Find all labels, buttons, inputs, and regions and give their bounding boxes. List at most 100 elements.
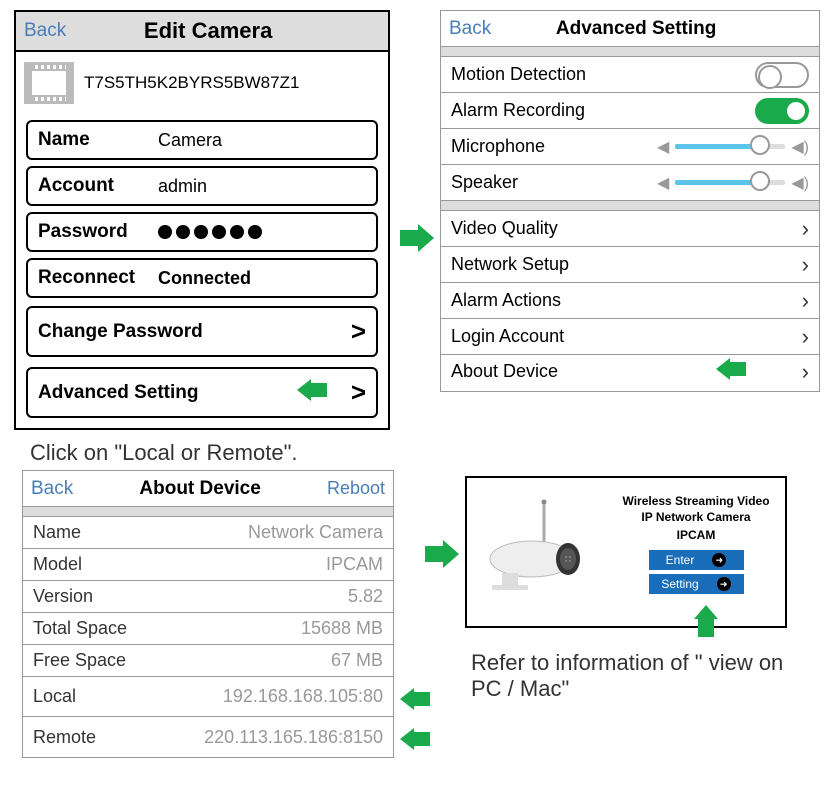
password-dots	[158, 225, 262, 239]
speaker-slider[interactable]: ◀ ◀)	[657, 173, 809, 193]
alarm-recording-toggle[interactable]	[755, 98, 809, 124]
reboot-button[interactable]: Reboot	[327, 478, 385, 499]
name-label: Name	[33, 522, 81, 543]
separator	[23, 507, 393, 517]
account-value: admin	[158, 176, 207, 197]
model-label: Model	[33, 554, 82, 575]
film-icon	[24, 62, 74, 104]
speaker-label: Speaker	[451, 172, 518, 193]
arrow-right-icon	[425, 540, 459, 573]
arrow-circle-icon: ➜	[717, 577, 731, 591]
speaker-high-icon: ◀)	[791, 173, 809, 193]
device-id: T7S5TH5K2BYRS5BW87Z1	[84, 73, 299, 93]
about-free-space-row: Free Space 67 MB	[23, 645, 393, 677]
microphone-slider[interactable]: ◀ ◀)	[657, 137, 809, 157]
reconnect-value: Connected	[158, 268, 251, 289]
video-quality-label: Video Quality	[451, 218, 558, 239]
reconnect-label: Reconnect	[38, 267, 158, 289]
speaker-row: Speaker ◀ ◀)	[441, 165, 819, 201]
separator	[441, 201, 819, 211]
web-model: IPCAM	[617, 528, 775, 542]
model-value: IPCAM	[326, 554, 383, 575]
change-password-label: Change Password	[38, 321, 203, 343]
panel-title: Edit Camera	[66, 18, 350, 44]
advanced-titlebar: Back Advanced Setting	[441, 11, 819, 47]
version-label: Version	[33, 586, 93, 607]
chevron-right-icon: ›	[802, 288, 809, 314]
chevron-right-icon: ›	[802, 252, 809, 278]
alarm-recording-row: Alarm Recording	[441, 93, 819, 129]
back-button[interactable]: Back	[449, 18, 491, 40]
account-label: Account	[38, 175, 158, 197]
chevron-right-icon: ›	[802, 216, 809, 242]
camera-image	[477, 488, 607, 616]
name-value: Camera	[158, 130, 222, 151]
account-field[interactable]: Account admin	[26, 166, 378, 206]
chevron-right-icon: ›	[802, 324, 809, 350]
chevron-right-icon: >	[351, 316, 366, 347]
free-label: Free Space	[33, 650, 126, 671]
about-device-button[interactable]: About Device ›	[441, 355, 819, 391]
alarm-recording-label: Alarm Recording	[451, 100, 585, 121]
about-version-row: Version 5.82	[23, 581, 393, 613]
about-model-row: Model IPCAM	[23, 549, 393, 581]
back-button[interactable]: Back	[24, 20, 66, 42]
free-value: 67 MB	[331, 650, 383, 671]
arrow-circle-icon: ➜	[712, 553, 726, 567]
login-account-button[interactable]: Login Account ›	[441, 319, 819, 355]
network-setup-button[interactable]: Network Setup ›	[441, 247, 819, 283]
pointer-arrow-icon	[716, 358, 746, 385]
alarm-actions-label: Alarm Actions	[451, 290, 561, 311]
login-account-label: Login Account	[451, 326, 564, 347]
speaker-low-icon: ◀	[657, 173, 669, 193]
alarm-actions-button[interactable]: Alarm Actions ›	[441, 283, 819, 319]
web-interface-panel: Wireless Streaming Video IP Network Came…	[465, 476, 787, 628]
chevron-right-icon: ›	[802, 359, 809, 385]
advanced-setting-button[interactable]: Advanced Setting >	[26, 367, 378, 418]
enter-label: Enter	[666, 553, 695, 567]
total-value: 15688 MB	[301, 618, 383, 639]
separator	[441, 47, 819, 57]
change-password-button[interactable]: Change Password >	[26, 306, 378, 357]
local-label: Local	[33, 686, 76, 707]
about-device-label: About Device	[451, 361, 558, 382]
enter-button[interactable]: Enter ➜	[649, 550, 744, 570]
about-titlebar: Back About Device Reboot	[23, 471, 393, 507]
advanced-setting-label: Advanced Setting	[38, 382, 198, 404]
arrow-right-icon	[400, 224, 434, 257]
pointer-arrow-icon	[297, 379, 327, 406]
instruction-text: Refer to information of " view on PC / M…	[471, 650, 801, 702]
speaker-low-icon: ◀	[657, 137, 669, 157]
edit-camera-titlebar: Back Edit Camera	[16, 12, 388, 52]
remote-value: 220.113.165.186:8150	[204, 727, 383, 748]
about-total-space-row: Total Space 15688 MB	[23, 613, 393, 645]
instruction-text: Click on "Local or Remote".	[30, 440, 298, 466]
back-button[interactable]: Back	[31, 478, 73, 500]
local-value: 192.168.168.105:80	[223, 686, 383, 707]
motion-detection-toggle[interactable]	[755, 62, 809, 88]
setting-button[interactable]: Setting ➜	[649, 574, 744, 594]
about-local-row[interactable]: Local 192.168.168.105:80	[23, 677, 393, 717]
name-field[interactable]: Name Camera	[26, 120, 378, 160]
speaker-high-icon: ◀)	[791, 137, 809, 157]
panel-title: Advanced Setting	[491, 18, 781, 40]
setting-label: Setting	[661, 577, 698, 591]
motion-detection-row: Motion Detection	[441, 57, 819, 93]
arrow-left-icon	[400, 728, 430, 755]
name-value: Network Camera	[248, 522, 383, 543]
web-title-line1: Wireless Streaming Video	[617, 494, 775, 508]
advanced-setting-panel: Back Advanced Setting Motion Detection A…	[440, 10, 820, 392]
microphone-row: Microphone ◀ ◀)	[441, 129, 819, 165]
arrow-up-icon	[694, 605, 718, 642]
password-label: Password	[38, 221, 158, 243]
video-quality-button[interactable]: Video Quality ›	[441, 211, 819, 247]
microphone-label: Microphone	[451, 136, 545, 157]
network-setup-label: Network Setup	[451, 254, 569, 275]
reconnect-field[interactable]: Reconnect Connected	[26, 258, 378, 298]
password-field[interactable]: Password	[26, 212, 378, 252]
remote-label: Remote	[33, 727, 96, 748]
about-name-row: Name Network Camera	[23, 517, 393, 549]
motion-detection-label: Motion Detection	[451, 64, 586, 85]
total-label: Total Space	[33, 618, 127, 639]
about-remote-row[interactable]: Remote 220.113.165.186:8150	[23, 717, 393, 757]
